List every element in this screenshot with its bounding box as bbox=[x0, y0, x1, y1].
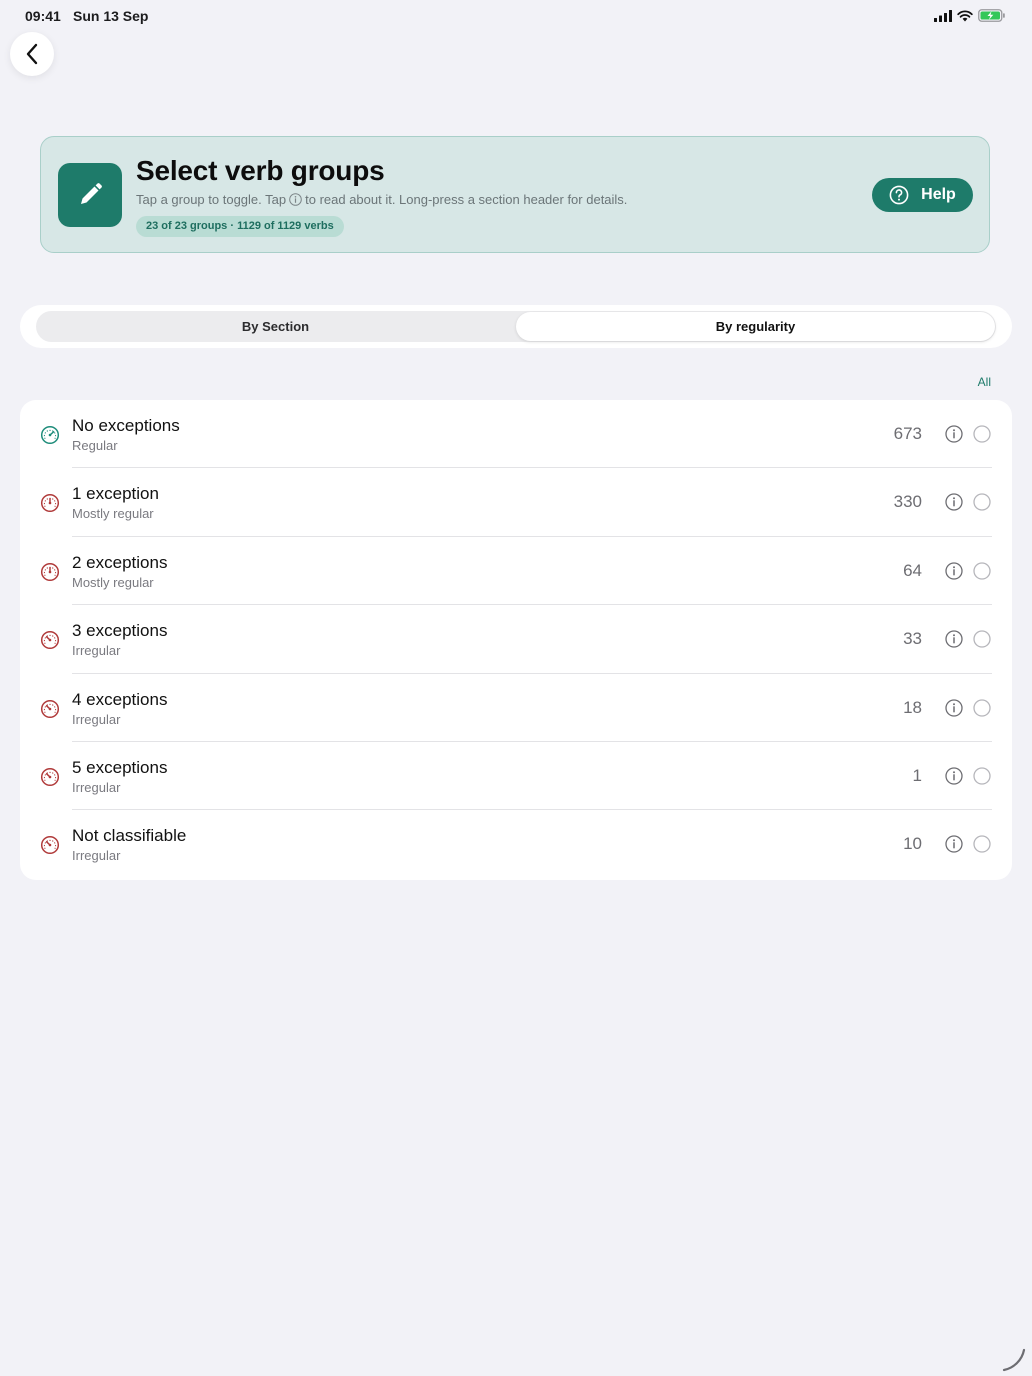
subtitle-text-before: Tap a group to toggle. Tap bbox=[136, 192, 287, 207]
subtitle-text-after: to read about it. Long-press a section h… bbox=[305, 192, 628, 207]
row-subtitle: Irregular bbox=[72, 848, 121, 864]
verb-group-list: No exceptions Regular 673 1 exception Mostly… bbox=[20, 400, 1012, 880]
row-subtitle: Irregular bbox=[72, 711, 121, 727]
gauge-irregular-icon bbox=[40, 699, 60, 719]
list-item[interactable]: No exceptions Regular 673 bbox=[20, 400, 1012, 469]
status-time: 09:41 bbox=[25, 8, 61, 24]
row-title: 3 exceptions bbox=[72, 621, 168, 641]
row-verb-count: 33 bbox=[903, 629, 922, 649]
selection-circle-icon[interactable] bbox=[973, 835, 991, 853]
gauge-mostly-regular-icon bbox=[40, 493, 60, 513]
selection-summary-badge: 23 of 23 groups · 1129 of 1129 verbs bbox=[136, 216, 344, 237]
selection-circle-icon[interactable] bbox=[973, 493, 991, 512]
header-card: Select verb groups Tap a group to toggle… bbox=[40, 136, 990, 253]
info-icon[interactable] bbox=[945, 835, 963, 853]
help-button-label: Help bbox=[921, 186, 956, 203]
list-item[interactable]: 3 exceptions Irregular 33 bbox=[20, 605, 1012, 674]
selection-circle-icon[interactable] bbox=[973, 698, 991, 717]
row-verb-count: 18 bbox=[903, 697, 922, 717]
list-item[interactable]: 1 exception Mostly regular 330 bbox=[20, 468, 1012, 538]
row-title: 5 exceptions bbox=[72, 757, 168, 777]
row-verb-count: 673 bbox=[893, 424, 922, 443]
corner-resize-icon bbox=[1002, 1348, 1026, 1372]
selection-circle-icon[interactable] bbox=[973, 425, 991, 443]
info-icon[interactable] bbox=[945, 630, 963, 648]
selection-circle-icon[interactable] bbox=[973, 767, 991, 785]
gauge-irregular-icon bbox=[40, 835, 60, 855]
pencil-icon bbox=[58, 163, 122, 227]
row-verb-count: 1 bbox=[912, 765, 922, 785]
cellular-signal-icon bbox=[934, 9, 952, 22]
row-title: 1 exception bbox=[72, 484, 159, 504]
segment-by-section[interactable]: By Section bbox=[36, 311, 515, 342]
selection-circle-icon[interactable] bbox=[973, 562, 991, 580]
row-verb-count: 10 bbox=[903, 834, 922, 854]
row-subtitle: Mostly regular bbox=[72, 574, 154, 590]
page-subtitle: Tap a group to toggle. Tap to read about… bbox=[136, 192, 627, 207]
help-button[interactable]: Help bbox=[872, 178, 973, 212]
status-bar: 09:41 Sun 13 Sep bbox=[0, 0, 1032, 32]
info-icon[interactable] bbox=[945, 698, 963, 717]
info-icon[interactable] bbox=[945, 767, 963, 785]
segment-by-regularity[interactable]: By regularity bbox=[516, 312, 995, 341]
list-item[interactable]: 4 exceptions Irregular 18 bbox=[20, 674, 1012, 743]
list-item[interactable]: 5 exceptions Irregular 1 bbox=[20, 742, 1012, 811]
gauge-irregular-icon bbox=[40, 630, 60, 650]
list-item[interactable]: Not classifiable Irregular 10 bbox=[20, 810, 1012, 878]
gauge-mostly-regular-icon bbox=[40, 562, 60, 582]
segmented-control: By Section By regularity bbox=[20, 305, 1012, 348]
row-subtitle: Irregular bbox=[72, 779, 121, 795]
row-verb-count: 64 bbox=[903, 560, 922, 580]
status-date: Sun 13 Sep bbox=[73, 8, 149, 24]
info-icon[interactable] bbox=[945, 562, 963, 580]
chevron-left-icon bbox=[26, 43, 38, 65]
back-button[interactable] bbox=[10, 32, 54, 76]
gauge-irregular-icon bbox=[40, 767, 60, 787]
wifi-icon bbox=[957, 9, 973, 21]
info-inline-icon bbox=[289, 193, 302, 206]
row-title: 2 exceptions bbox=[72, 552, 168, 572]
info-icon[interactable] bbox=[945, 425, 963, 443]
page-title: Select verb groups bbox=[136, 155, 385, 186]
question-circle-icon bbox=[889, 185, 909, 205]
battery-charging-icon bbox=[978, 9, 1005, 22]
list-item[interactable]: 2 exceptions Mostly regular 64 bbox=[20, 537, 1012, 606]
row-subtitle: Mostly regular bbox=[72, 506, 154, 522]
row-title: No exceptions bbox=[72, 416, 180, 435]
selection-circle-icon[interactable] bbox=[973, 630, 991, 648]
row-title: Not classifiable bbox=[72, 826, 187, 846]
status-icons bbox=[934, 9, 1006, 22]
row-subtitle: Regular bbox=[72, 438, 118, 453]
row-verb-count: 330 bbox=[893, 492, 922, 512]
gauge-regular-icon bbox=[40, 425, 60, 445]
row-title: 4 exceptions bbox=[72, 689, 168, 709]
info-icon[interactable] bbox=[945, 493, 963, 512]
select-all-link[interactable]: All bbox=[978, 375, 991, 389]
row-subtitle: Irregular bbox=[72, 643, 121, 659]
